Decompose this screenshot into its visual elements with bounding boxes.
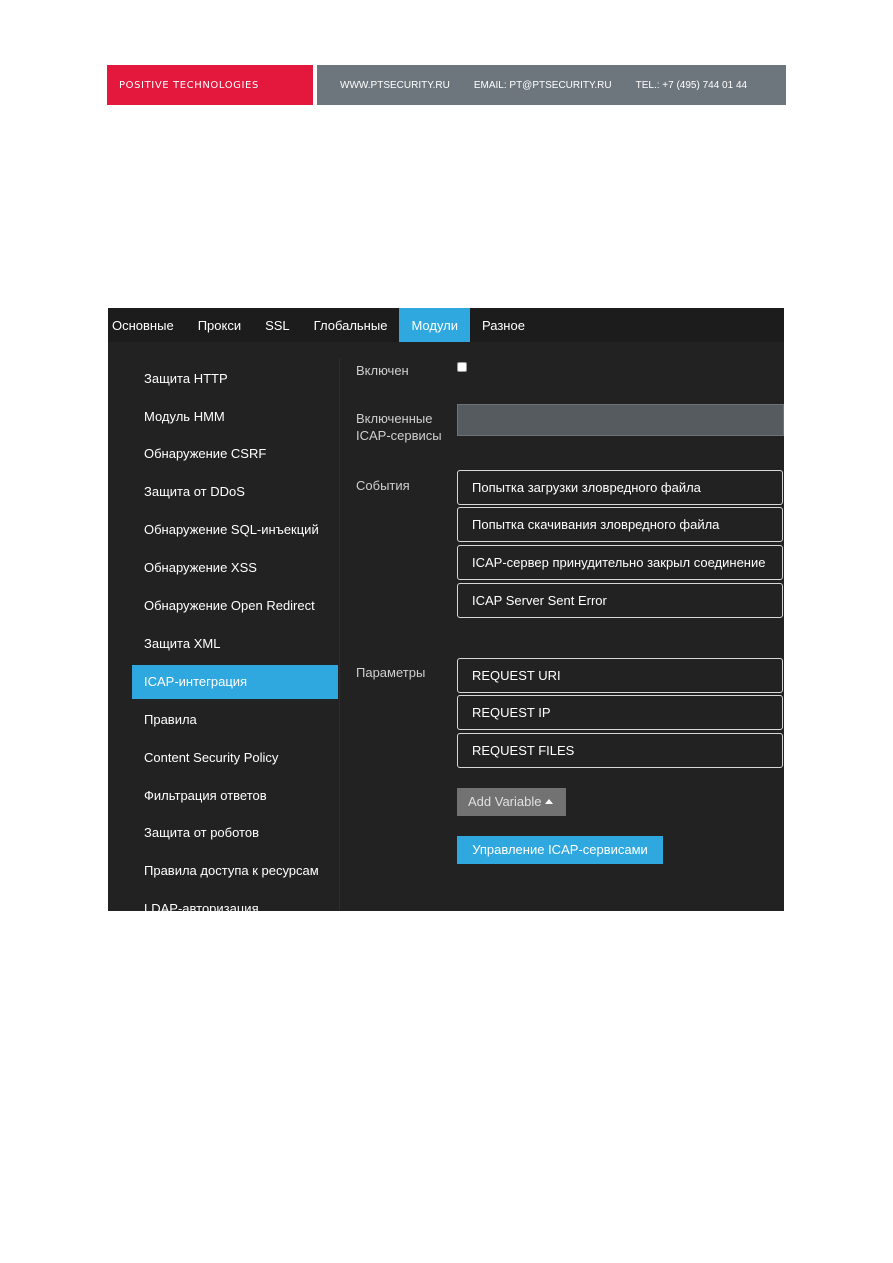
sidebar-item-csp[interactable]: Content Security Policy: [132, 741, 338, 775]
manage-icap-services-button[interactable]: Управление ICAP-сервисами: [457, 836, 663, 864]
sidebar-item-bot-protection[interactable]: Защита от роботов: [132, 816, 338, 850]
param-item[interactable]: REQUEST URI: [457, 658, 783, 693]
sidebar-item-hmm-module[interactable]: Модуль HMM: [132, 400, 338, 434]
sidebar-divider: [339, 358, 340, 911]
enabled-checkbox[interactable]: [457, 362, 467, 372]
caret-up-icon: [545, 799, 554, 804]
event-item[interactable]: Попытка скачивания зловредного файла: [457, 507, 783, 542]
event-item[interactable]: ICAP-сервер принудительно закрыл соедине…: [457, 545, 783, 580]
tab-global[interactable]: Глобальные: [302, 308, 400, 342]
enabled-label: Включен: [356, 363, 409, 378]
param-item[interactable]: REQUEST IP: [457, 695, 783, 730]
add-variable-label: Add Variable: [468, 794, 542, 809]
icap-services-label: Включенные ICAP-сервисы: [356, 411, 442, 443]
module-sidebar: Защита HTTP Модуль HMM Обнаружение CSRF …: [108, 342, 340, 911]
add-variable-button[interactable]: Add Variable: [457, 788, 566, 816]
sidebar-item-xss-detection[interactable]: Обнаружение XSS: [132, 551, 338, 585]
sidebar-item-http-protection[interactable]: Защита HTTP: [132, 362, 338, 396]
website-link[interactable]: WWW.PTSECURITY.RU: [340, 80, 450, 91]
tab-main[interactable]: Основные: [108, 308, 186, 342]
params-label: Параметры: [356, 665, 426, 680]
settings-window: Основные Прокси SSL Глобальные Модули Ра…: [108, 308, 784, 911]
sidebar-item-sqli-detection[interactable]: Обнаружение SQL-инъекций: [132, 513, 338, 547]
icap-services-select[interactable]: [457, 404, 784, 436]
sidebar-item-csrf-detection[interactable]: Обнаружение CSRF: [132, 437, 338, 471]
phone-text: TEL.: +7 (495) 744 01 44: [635, 79, 748, 91]
email-link[interactable]: EMAIL: PT@PTSECURITY.RU: [474, 80, 612, 91]
tab-modules[interactable]: Модули: [399, 308, 471, 342]
sidebar-item-open-redirect[interactable]: Обнаружение Open Redirect: [132, 589, 338, 623]
sidebar-item-resource-access-rules[interactable]: Правила доступа к ресурсам: [132, 854, 338, 888]
contact-bar: WWW.PTSECURITY.RU EMAIL: PT@PTSECURITY.R…: [317, 65, 786, 105]
event-item[interactable]: ICAP Server Sent Error: [457, 583, 783, 618]
top-tab-bar: Основные Прокси SSL Глобальные Модули Ра…: [108, 308, 784, 342]
tab-proxy[interactable]: Прокси: [186, 308, 253, 342]
sidebar-item-response-filtering[interactable]: Фильтрация ответов: [132, 779, 338, 813]
sidebar-item-xml-protection[interactable]: Защита XML: [132, 627, 338, 661]
events-label: События: [356, 478, 410, 493]
sidebar-item-rules[interactable]: Правила: [132, 703, 338, 737]
tab-ssl[interactable]: SSL: [253, 308, 302, 342]
sidebar-item-icap-integration[interactable]: ICAP-интеграция: [132, 665, 338, 699]
tab-misc[interactable]: Разное: [470, 308, 537, 342]
param-item[interactable]: REQUEST FILES: [457, 733, 783, 768]
sidebar-item-ddos-protection[interactable]: Защита от DDoS: [132, 475, 338, 509]
sidebar-item-ldap-auth[interactable]: LDAP-авторизация: [132, 892, 338, 911]
header-banner: POSITIVE TECHNOLOGIES WWW.PTSECURITY.RU …: [107, 65, 786, 105]
event-item[interactable]: Попытка загрузки зловредного файла: [457, 470, 783, 505]
brand-logo: POSITIVE TECHNOLOGIES: [107, 65, 313, 105]
